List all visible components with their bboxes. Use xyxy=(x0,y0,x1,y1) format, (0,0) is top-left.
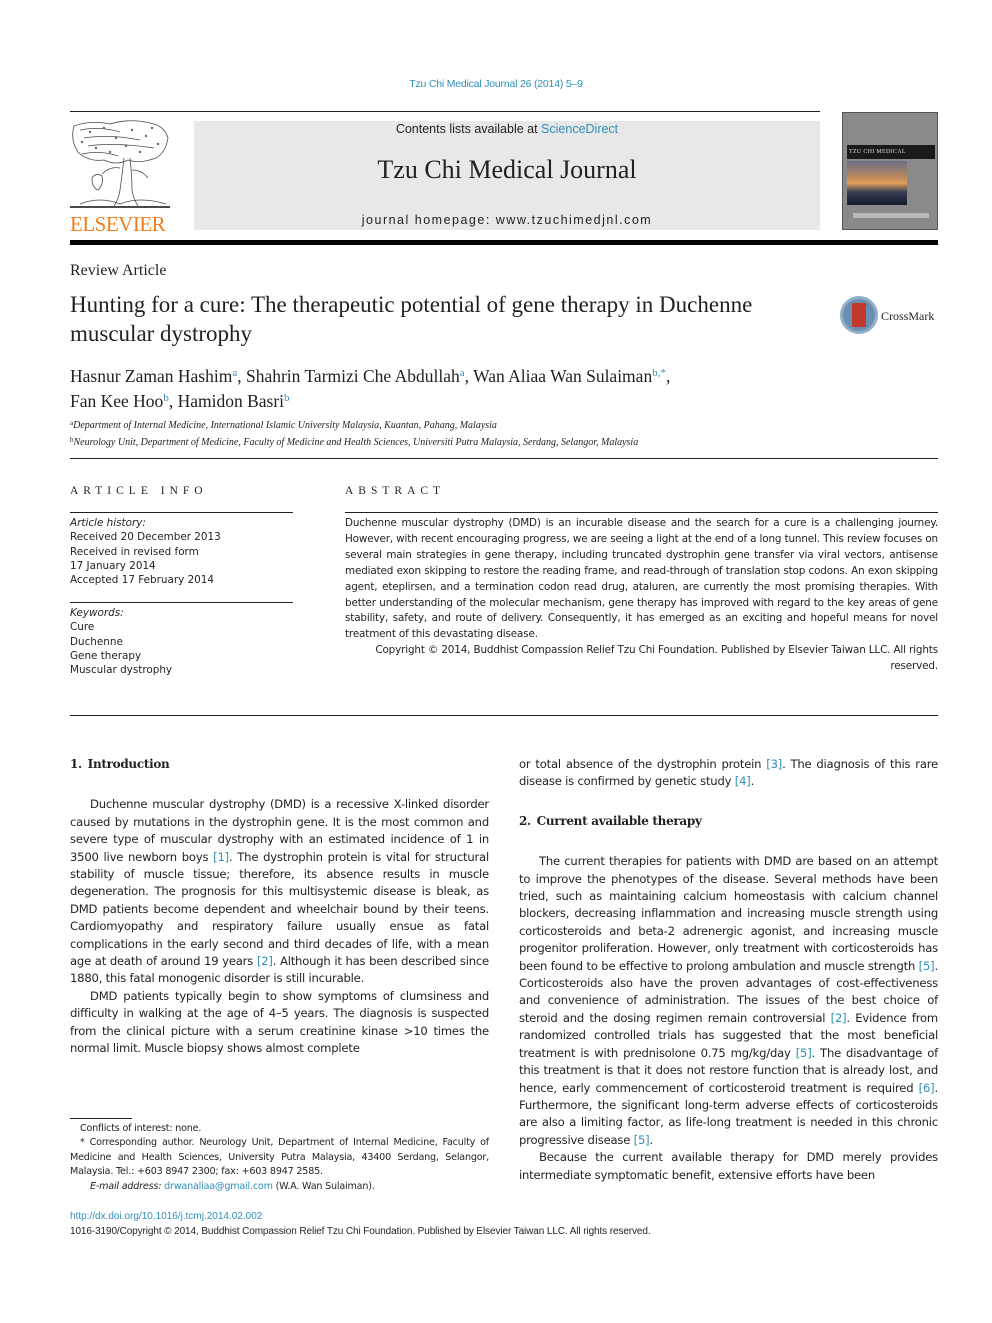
crossmark-ribbon-icon xyxy=(852,303,866,327)
elsevier-wordmark: ELSEVIER xyxy=(70,212,166,236)
cover-footer-text xyxy=(853,213,929,218)
author[interactable]: Hasnur Zaman Hashima xyxy=(70,366,237,386)
abstract: Duchenne muscular dystrophy (DMD) is an … xyxy=(345,516,938,675)
affiliation: bNeurology Unit, Department of Medicine,… xyxy=(70,436,639,448)
article-title: Hunting for a cure: The therapeutic pote… xyxy=(70,292,753,346)
history-entry: Received in revised form xyxy=(70,545,199,558)
author[interactable]: Shahrin Tarmizi Che Abdullaha xyxy=(246,366,465,386)
citation-link[interactable]: [5] xyxy=(796,1046,812,1060)
affiliations: aDepartment of Internal Medicine, Intern… xyxy=(70,416,930,450)
abstract-text: Duchenne muscular dystrophy (DMD) is an … xyxy=(345,517,938,641)
article-history: Article history: Received 20 December 20… xyxy=(70,516,293,587)
contents-prefix: Contents lists available at xyxy=(395,122,542,136)
conflicts-footnote: Conflicts of interest: none. xyxy=(80,1123,202,1134)
affiliation-divider xyxy=(70,458,938,459)
author-affiliation-marker[interactable]: a xyxy=(460,367,465,379)
abstract-heading: ABSTRACT xyxy=(345,485,446,497)
footnotes: Conflicts of interest: none. * Correspon… xyxy=(70,1122,489,1194)
keyword: Duchenne xyxy=(70,635,123,648)
citation-link[interactable]: [2] xyxy=(831,1011,847,1025)
keyword: Cure xyxy=(70,621,95,634)
email-owner: (W.A. Wan Sulaiman). xyxy=(272,1180,375,1192)
article-type: Review Article xyxy=(70,262,167,279)
citation-link[interactable]: [2] xyxy=(257,954,273,968)
article-history-label: Article history: xyxy=(70,517,146,529)
section-heading-current-therapy: 2. Current available therapy xyxy=(519,813,702,828)
author[interactable]: Hamidon Basrib xyxy=(178,391,290,411)
crossmark-button[interactable]: CrossMark xyxy=(840,296,940,336)
author[interactable]: Wan Aliaa Wan Sulaimanb,* xyxy=(473,366,666,386)
citation-link[interactable]: [4] xyxy=(735,774,751,788)
cover-photo xyxy=(847,161,907,205)
corresponding-author-footnote: * Corresponding author. Neurology Unit, … xyxy=(70,1137,489,1178)
elsevier-tree-icon xyxy=(70,120,170,208)
email-footnote: E-mail address: drwanaliaa@gmail.com (W.… xyxy=(70,1180,489,1194)
masthead-divider xyxy=(70,240,938,245)
citation-link[interactable]: [5] xyxy=(919,959,935,973)
keywords: Keywords: Cure Duchenne Gene therapy Mus… xyxy=(70,606,293,677)
footnote-rule xyxy=(70,1118,132,1119)
cover-title: TZU CHI MEDICAL JOURNAL xyxy=(847,145,935,169)
elsevier-logo[interactable]: ELSEVIER xyxy=(70,118,175,236)
author-list: Hasnur Zaman Hashima, Shahrin Tarmizi Ch… xyxy=(70,366,671,411)
doi-link[interactable]: http://dx.doi.org/10.1016/j.tcmj.2014.02… xyxy=(70,1211,262,1222)
author[interactable]: Fan Kee Hoob xyxy=(70,391,169,411)
author-affiliation-marker[interactable]: b xyxy=(163,392,169,404)
journal-cover-image[interactable]: TZU CHI MEDICAL JOURNAL xyxy=(842,112,938,230)
citation-link[interactable]: [3] xyxy=(766,757,782,771)
article-info-divider xyxy=(70,512,293,513)
keywords-label: Keywords: xyxy=(70,607,124,619)
history-entry: Accepted 17 February 2014 xyxy=(70,574,215,587)
abstract-divider xyxy=(345,512,938,513)
body-column-right: or total absence of the dystrophin prote… xyxy=(519,756,938,1184)
crossmark-icon xyxy=(840,296,878,334)
sciencedirect-link[interactable]: ScienceDirect xyxy=(541,122,618,136)
abstract-copyright: Copyright © 2014, Buddhist Compassion Re… xyxy=(375,644,938,673)
affiliation: aDepartment of Internal Medicine, Intern… xyxy=(70,419,497,431)
body-column-left: 1. Introduction Duchenne muscular dystro… xyxy=(70,756,489,1058)
keywords-divider xyxy=(70,602,293,603)
author-affiliation-marker[interactable]: a xyxy=(232,367,237,379)
journal-homepage-link[interactable]: journal homepage: www.tzuchimedjnl.com xyxy=(194,213,820,227)
citation-link[interactable]: [6] xyxy=(919,1081,935,1095)
abstract-bottom-divider xyxy=(70,715,938,716)
running-head[interactable]: Tzu Chi Medical Journal 26 (2014) 5–9 xyxy=(0,78,992,90)
email-label: E-mail address: xyxy=(90,1180,162,1192)
journal-masthead: Contents lists available at ScienceDirec… xyxy=(194,121,820,230)
paragraph: The current therapies for patients with … xyxy=(519,854,938,1147)
author-affiliation-marker[interactable]: b xyxy=(284,392,290,404)
keyword: Gene therapy xyxy=(70,649,142,662)
paragraph: Duchenne muscular dystrophy (DMD) is a r… xyxy=(70,797,489,986)
citation-link[interactable]: [1] xyxy=(213,850,229,864)
email-link[interactable]: drwanaliaa@gmail.com xyxy=(164,1181,273,1192)
journal-name: Tzu Chi Medical Journal xyxy=(377,155,637,184)
header-rule xyxy=(70,111,820,112)
history-entry: 17 January 2014 xyxy=(70,559,156,572)
citation-link[interactable]: [5] xyxy=(634,1133,650,1147)
article-info-heading: ARTICLE INFO xyxy=(70,485,208,497)
crossmark-label: CrossMark xyxy=(881,309,935,323)
keyword: Muscular dystrophy xyxy=(70,664,173,677)
section-heading-introduction: 1. Introduction xyxy=(70,757,170,771)
paragraph: Because the current available therapy fo… xyxy=(519,1150,938,1182)
paragraph-continued: or total absence of the dystrophin prote… xyxy=(519,757,938,789)
issn-copyright: 1016-3190/Copyright © 2014, Buddhist Com… xyxy=(70,1226,651,1237)
paragraph: DMD patients typically begin to show sym… xyxy=(70,988,489,1056)
history-entry: Received 20 December 2013 xyxy=(70,531,221,544)
contents-line: Contents lists available at ScienceDirec… xyxy=(194,122,820,136)
author-affiliation-marker[interactable]: b,* xyxy=(652,367,666,379)
